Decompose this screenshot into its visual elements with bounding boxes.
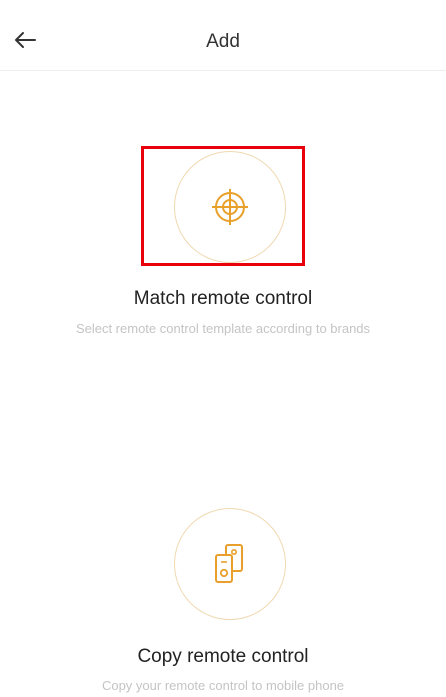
copy-remote-button[interactable] [174,508,286,620]
crosshair-icon [212,189,248,225]
copy-remote-icon [215,544,243,583]
copy-remote-description: Copy your remote control to mobile phone [101,678,345,693]
match-remote-title[interactable]: Match remote control [0,288,446,310]
copy-remote-title[interactable]: Copy remote control [0,646,446,668]
top-bar: Add [0,0,446,71]
page-title: Add [206,31,240,52]
match-remote-description: Select remote control template according… [75,321,371,336]
match-remote-button[interactable] [174,151,286,263]
